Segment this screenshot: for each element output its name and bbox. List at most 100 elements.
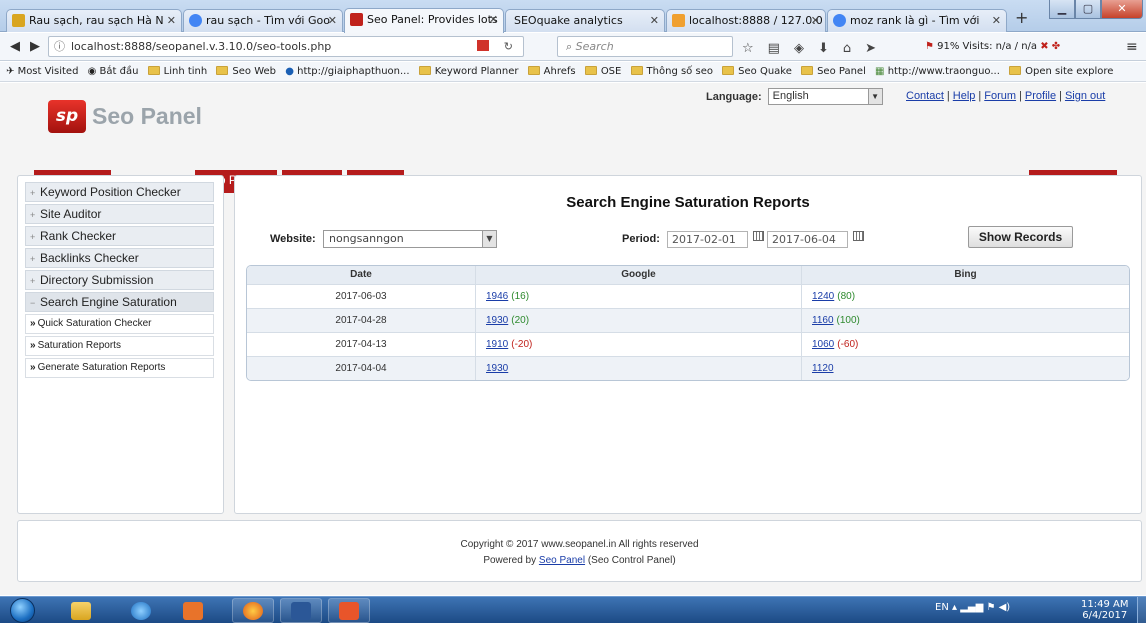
bookmark-folder[interactable]: OSE (584, 62, 621, 81)
forward-button[interactable]: ▶ (26, 38, 44, 56)
close-window-button[interactable]: ✕ (1101, 0, 1143, 19)
powered-by-line: Powered by Seo Panel (Seo Control Panel) (18, 555, 1141, 566)
sidebar-item-backlinks-checker[interactable]: + Backlinks Checker (25, 248, 214, 268)
word-icon (291, 601, 311, 620)
sidebar-subitem-quick-saturation-checker[interactable]: » Quick Saturation Checker (25, 314, 214, 334)
system-clock[interactable]: 11:49 AM 6/4/2017 (1081, 599, 1128, 621)
tab-close-icon[interactable]: ✕ (167, 10, 176, 31)
taskbar-explorer[interactable] (60, 598, 102, 623)
site-info-icon[interactable]: ⓘ (54, 37, 65, 56)
google-count-link[interactable]: 1946 (486, 291, 508, 302)
seo-panel-link[interactable]: Seo Panel (539, 555, 585, 566)
column-header-google[interactable]: Google (476, 266, 802, 284)
column-header-bing[interactable]: Bing (802, 266, 1129, 284)
bing-count-link[interactable]: 1160 (812, 315, 834, 326)
cell-date: 2017-06-03 (247, 285, 476, 308)
google-count-link[interactable]: 1930 (486, 315, 508, 326)
bookmark-folder[interactable]: Thông số seo (630, 62, 713, 81)
sidebar-item-directory-submission[interactable]: + Directory Submission (25, 270, 214, 290)
taskbar-ie[interactable] (120, 598, 162, 623)
bookmark-item[interactable]: ✈ Most Visited (6, 62, 78, 81)
tab-close-icon[interactable]: ✕ (650, 10, 659, 31)
language-value: English (772, 90, 809, 102)
browser-tab[interactable]: Rau sạch, rau sạch Hà N ✕ (6, 9, 182, 32)
folder-icon (71, 601, 91, 620)
profile-link[interactable]: Profile (1025, 90, 1056, 102)
link-separator: | (946, 90, 950, 102)
sidebar-item-rank-checker[interactable]: + Rank Checker (25, 226, 214, 246)
google-count-link[interactable]: 1910 (486, 339, 508, 350)
pocket-icon[interactable]: ◈ (794, 41, 804, 56)
minimize-button[interactable]: ▁ (1049, 0, 1075, 19)
language-select[interactable]: English ▼ (767, 88, 883, 105)
calendar-icon[interactable] (853, 231, 864, 241)
home-icon[interactable]: ⌂ (843, 41, 851, 56)
browser-tab[interactable]: moz rank là gì - Tìm với ✕ (827, 9, 1007, 32)
taskbar-xampp[interactable] (328, 598, 370, 623)
bing-count-link[interactable]: 1120 (812, 363, 834, 374)
language-indicator[interactable]: EN (935, 602, 949, 613)
forum-link[interactable]: Forum (984, 90, 1016, 102)
taskbar-word[interactable] (280, 598, 322, 623)
google-count-link[interactable]: 1930 (486, 363, 508, 374)
taskbar-firefox[interactable] (232, 598, 274, 623)
bing-count-link[interactable]: 1240 (812, 291, 834, 302)
sign-out-link[interactable]: Sign out (1065, 90, 1105, 102)
maximize-button[interactable]: ▢ (1075, 0, 1101, 19)
show-records-button[interactable]: Show Records (968, 226, 1073, 248)
bookmark-folder[interactable]: Ahrefs (527, 62, 576, 81)
tab-close-icon[interactable]: ✕ (811, 10, 820, 31)
bookmark-item[interactable]: ◉ Bắt đầu (88, 62, 139, 81)
bookmark-star-icon[interactable]: ☆ (742, 41, 754, 56)
download-icon[interactable]: ⬇ (818, 41, 829, 56)
website-select[interactable]: nongsanngon ▼ (323, 230, 497, 248)
sidebar-subitem-generate-saturation-reports[interactable]: » Generate Saturation Reports (25, 358, 214, 378)
tab-close-icon[interactable]: ✕ (489, 9, 498, 30)
bookmark-folder[interactable]: Keyword Planner (418, 62, 518, 81)
help-link[interactable]: Help (953, 90, 976, 102)
tab-title: localhost:8888 / 127.0.0 (689, 14, 823, 27)
sidebar-subitem-saturation-reports[interactable]: » Saturation Reports (25, 336, 214, 356)
sidebar-item-keyword-position-checker[interactable]: + Keyword Position Checker (25, 182, 214, 202)
page-footer: Copyright © 2017 www.seopanel.in All rig… (17, 520, 1142, 582)
sidebar-item-site-auditor[interactable]: + Site Auditor (25, 204, 214, 224)
powered-suffix: (Seo Control Panel) (587, 555, 676, 566)
hamburger-menu-icon[interactable]: ≡ (1126, 39, 1138, 55)
bookmark-folder[interactable]: Seo Web (216, 62, 276, 81)
url-bar[interactable]: ⓘ localhost:8888/seopanel.v.3.10.0/seo-t… (48, 36, 524, 57)
tab-close-icon[interactable]: ✕ (992, 10, 1001, 31)
tray-icons[interactable]: ▴ ▂▄▆ ⚑ ◀) (952, 602, 1010, 613)
cell-google: 1946 (16) (476, 285, 802, 308)
back-button[interactable]: ◀ (6, 38, 24, 56)
browser-tab[interactable]: SEOquake analytics ✕ (505, 9, 665, 32)
bookmark-folder[interactable]: Linh tinh (147, 62, 207, 81)
seoquake-toolbar[interactable]: ⚑ 91% Visits: n/a / n/a ✖ ✤ (925, 41, 1060, 52)
taskbar-media[interactable] (172, 598, 214, 623)
bookmark-folder[interactable]: Seo Quake (722, 62, 792, 81)
bookmark-item[interactable]: ▦ http://www.traonguo... (875, 62, 1000, 81)
start-button[interactable] (10, 598, 35, 623)
contact-link[interactable]: Contact (906, 90, 944, 102)
bookmark-folder[interactable]: Open site explore (1009, 62, 1113, 81)
show-desktop-button[interactable] (1137, 597, 1146, 623)
website-label: Website: (270, 233, 316, 245)
sidebar-item-search-engine-saturation[interactable]: − Search Engine Saturation (25, 292, 214, 312)
send-icon[interactable]: ➤ (865, 41, 876, 56)
search-input[interactable]: ⌕ Search (557, 36, 733, 57)
bookmark-item[interactable]: ● http://giaiphapthuon... (285, 62, 409, 81)
date-to-input[interactable]: 2017-06-04 (767, 231, 848, 248)
expand-icon: + (30, 232, 36, 242)
column-header-date[interactable]: Date (247, 266, 476, 284)
date-from-input[interactable]: 2017-02-01 (667, 231, 748, 248)
bookmark-folder[interactable]: Seo Panel (801, 62, 866, 81)
new-tab-button[interactable]: + (1015, 8, 1028, 27)
browser-tab[interactable]: rau sạch - Tìm với Goo ✕ (183, 9, 343, 32)
calendar-icon[interactable] (753, 231, 764, 241)
bing-count-link[interactable]: 1060 (812, 339, 834, 350)
browser-tab-active[interactable]: Seo Panel: Provides lots ✕ (344, 8, 504, 33)
browser-tab[interactable]: localhost:8888 / 127.0.0 ✕ (666, 9, 826, 32)
seo-panel-logo[interactable]: sp Seo Panel (48, 98, 202, 134)
tab-close-icon[interactable]: ✕ (328, 10, 337, 31)
reload-icon[interactable]: ↻ (504, 37, 513, 56)
bookmarks-list-icon[interactable]: ▤ (768, 41, 780, 56)
